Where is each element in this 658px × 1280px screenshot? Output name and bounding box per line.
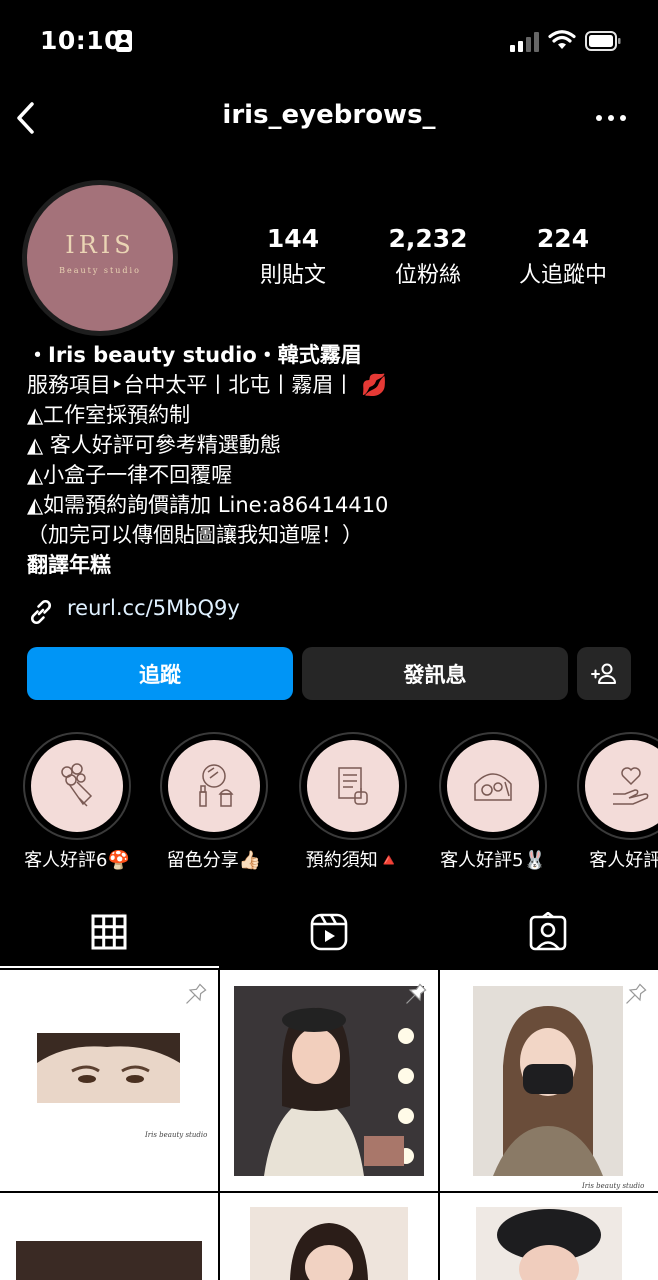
stat-followers[interactable]: 2,232 位粉絲 bbox=[353, 224, 503, 289]
bio-line: 服務項目‣台中太平丨北屯丨霧眉丨 💋 bbox=[27, 373, 388, 397]
heart-hand-icon bbox=[613, 767, 649, 805]
highlight-label: 留色分享👍🏻 bbox=[166, 850, 262, 871]
profile-link[interactable]: reurl.cc/5MbQ9y bbox=[27, 596, 327, 626]
reels-icon[interactable] bbox=[309, 912, 349, 952]
more-options-icon[interactable] bbox=[594, 108, 628, 128]
highlight-cover bbox=[31, 740, 123, 832]
pin-icon bbox=[626, 983, 647, 1004]
bio-line: ◭工作室採預約制 bbox=[27, 403, 191, 427]
post-tile[interactable]: Iris beauty studio bbox=[440, 970, 658, 1191]
post-photo bbox=[234, 986, 424, 1176]
highlight-label: 客人好評4 bbox=[589, 850, 658, 871]
highlight-cover bbox=[168, 740, 260, 832]
highlight-ring bbox=[577, 732, 658, 840]
post-photo bbox=[473, 986, 623, 1176]
highlight-label: 客人好評6🍄 bbox=[24, 850, 130, 871]
active-tab-indicator bbox=[0, 966, 219, 968]
post-tile[interactable] bbox=[220, 970, 438, 1191]
highlight-label: 預約須知🔺 bbox=[305, 850, 401, 871]
post-photo bbox=[476, 1207, 622, 1280]
stat-followers-label: 位粉絲 bbox=[394, 263, 461, 288]
highlight-label: 客人好評5🐰 bbox=[440, 850, 546, 871]
post-photo bbox=[16, 1241, 202, 1280]
highlight-cover bbox=[585, 740, 658, 832]
tagged-icon[interactable] bbox=[528, 912, 568, 952]
highlight-ring bbox=[299, 732, 407, 840]
translate-link[interactable]: 翻譯年糕 bbox=[27, 550, 637, 580]
stat-followers-count: 2,232 bbox=[388, 224, 468, 253]
cellular-signal-icon bbox=[510, 30, 540, 52]
bio-title: ・Iris beauty studio・韓式霧眉 bbox=[27, 343, 362, 367]
post-photo bbox=[37, 1033, 180, 1103]
bio-line: ◭小盒子一律不回覆喔 bbox=[27, 463, 233, 487]
highlight-ring bbox=[23, 732, 131, 840]
link-icon bbox=[30, 599, 52, 625]
highlight-ring bbox=[439, 732, 547, 840]
id-badge-icon bbox=[116, 30, 132, 52]
post-tile[interactable]: Iris beauty studio bbox=[0, 970, 218, 1191]
highlight-cover bbox=[307, 740, 399, 832]
post-tile[interactable] bbox=[220, 1193, 438, 1280]
highlight-cover bbox=[447, 740, 539, 832]
stat-following-label: 人追蹤中 bbox=[518, 263, 607, 288]
makeup-mirror-icon bbox=[199, 764, 234, 807]
pin-icon bbox=[186, 983, 207, 1004]
stat-following-count: 224 bbox=[536, 224, 590, 253]
highlight-ring bbox=[160, 732, 268, 840]
profile-bio: ・Iris beauty studio・韓式霧眉 服務項目‣台中太平丨北屯丨霧眉… bbox=[27, 340, 637, 580]
stat-posts[interactable]: 144 則貼文 bbox=[218, 224, 368, 289]
status-time: 10:10 bbox=[40, 26, 123, 55]
bio-line: （加完可以傳個貼圖讓我知道喔！） bbox=[27, 523, 363, 547]
suggested-users-button[interactable] bbox=[577, 647, 631, 700]
document-icon bbox=[338, 767, 368, 805]
avatar-logo-subtext: Beauty studio bbox=[59, 266, 141, 275]
stat-following[interactable]: 224 人追蹤中 bbox=[488, 224, 638, 289]
wifi-icon bbox=[548, 30, 576, 49]
post-tile[interactable] bbox=[0, 1193, 218, 1280]
cosmetics-box-icon bbox=[474, 773, 512, 801]
stat-posts-count: 144 bbox=[266, 224, 320, 253]
bouquet-icon bbox=[61, 763, 93, 807]
stat-posts-label: 則貼文 bbox=[259, 263, 326, 288]
avatar[interactable]: IRIS Beauty studio bbox=[27, 185, 173, 331]
profile-link-text[interactable]: reurl.cc/5MbQ9y bbox=[67, 596, 240, 620]
profile-username: iris_eyebrows_ bbox=[222, 100, 436, 130]
post-caption: Iris beauty studio bbox=[582, 1182, 645, 1190]
follow-button[interactable]: 追蹤 bbox=[27, 647, 293, 700]
pin-icon bbox=[406, 983, 427, 1004]
message-button[interactable]: 發訊息 bbox=[302, 647, 568, 700]
bio-line: ◭ 客人好評可參考精選動態 bbox=[27, 433, 281, 457]
bio-line: ◭如需預約詢價請加 Line:a86414410 bbox=[27, 493, 389, 517]
battery-icon bbox=[585, 31, 621, 51]
grid-icon[interactable] bbox=[89, 912, 129, 952]
avatar-logo-text: IRIS bbox=[65, 231, 135, 259]
post-tile[interactable] bbox=[440, 1193, 658, 1280]
post-caption: Iris beauty studio bbox=[145, 1131, 208, 1139]
post-photo bbox=[250, 1207, 408, 1280]
add-user-icon bbox=[591, 663, 616, 684]
